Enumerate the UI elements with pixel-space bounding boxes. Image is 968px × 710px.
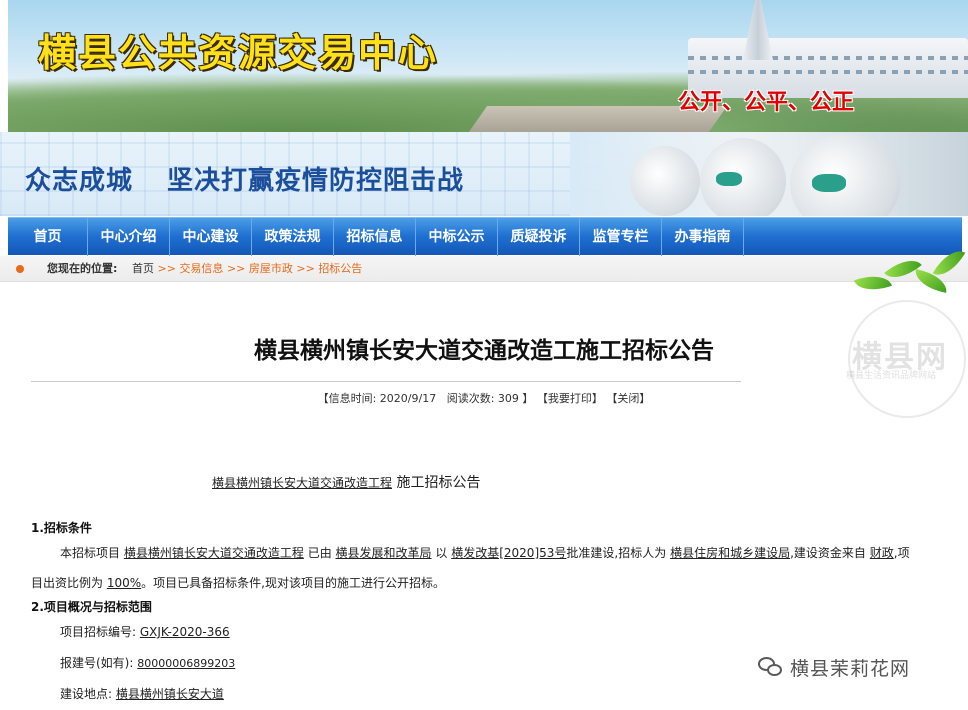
breadcrumb-trade-info[interactable]: 交易信息 [179, 262, 223, 275]
section2-heading: 2.项目概况与招标范围 [31, 600, 152, 614]
wechat-account-name: 横县茉莉花网 [790, 658, 911, 680]
tender-code-label: 项目招标编号: [60, 625, 137, 639]
main-nav: 首页 中心介绍 中心建设 政策法规 招标信息 中标公示 质疑投诉 监管专栏 办事… [8, 217, 962, 256]
subtitle-project-name: 横县横州镇长安大道交通改造工程 [212, 476, 393, 490]
p1-tenderer: 横县住房和城乡建设局 [670, 546, 791, 560]
site-value: 横县横州镇长安大道 [115, 687, 224, 701]
p1-text-a: 本招标项目 [60, 546, 121, 560]
breadcrumb-home[interactable]: 首页 [132, 262, 154, 275]
watermark-subtext: 横县生活资讯品牌网站 [846, 371, 937, 381]
document-subtitle: 横县横州镇长安大道交通改造工程 施工招标公告 [212, 472, 480, 492]
breadcrumb-label: 您现在的位置: [47, 262, 118, 275]
p2-text-a: 目出资比例为 [31, 576, 104, 590]
tender-code-row: 项目招标编号: GXJK-2020-366 [60, 623, 230, 640]
nav-tender-info[interactable]: 招标信息 [334, 218, 416, 256]
p1-text-f: ,项 [893, 546, 910, 560]
campaign-slogan-2: 坚决打赢疫情防控阻击战 [167, 166, 465, 196]
section1-paragraph-line2: 目出资比例为 100%。项目已具备招标条件,现对该项目的施工进行公开招标。 [31, 574, 445, 591]
banner-tower [743, 0, 773, 60]
breadcrumb-tender-notice[interactable]: 招标公告 [318, 262, 362, 275]
nav-home[interactable]: 首页 [8, 218, 88, 256]
medical-worker-figure [700, 138, 786, 216]
p1-text-c: 以 [435, 546, 448, 560]
breadcrumb: 您现在的位置: 首页 >> 交易信息 >> 房屋市政 >> 招标公告 [0, 256, 968, 282]
p1-text-e: ,建设资金来自 [790, 546, 866, 560]
nav-supervision[interactable]: 监管专栏 [580, 218, 662, 256]
leaves-decoration [848, 243, 968, 302]
site-row: 建设地点: 横县横州镇长安大道 [60, 685, 224, 702]
medical-worker-figure [630, 146, 700, 216]
meta-views-value: 309 [497, 392, 519, 405]
print-link[interactable]: 我要打印 [548, 392, 592, 405]
meta-time-value: 2020/9/17 [379, 392, 437, 405]
p1-text-b: 已由 [307, 546, 332, 560]
p1-approval-authority: 横县发展和改革局 [335, 546, 432, 560]
article-title: 横县横州镇长安大道交通改造工施工招标公告 [254, 338, 714, 364]
breadcrumb-sep: >> [296, 262, 315, 275]
p1-project-name: 横县横州镇长安大道交通改造工程 [123, 546, 304, 560]
report-number-label: 报建号(如有): [60, 656, 134, 670]
nav-center-intro[interactable]: 中心介绍 [88, 218, 170, 256]
section1-heading: 1.招标条件 [31, 521, 92, 535]
section1-paragraph-line1: 本招标项目 横县横州镇长安大道交通改造工程 已由 横县发展和改革局 以 横发改基… [60, 544, 910, 561]
p1-text-d: 批准建设,招标人为 [566, 546, 667, 560]
p1-approval-document: 横发改基[2020]53号 [451, 546, 567, 560]
p2-funding-ratio: 100% [106, 576, 142, 590]
nav-award-notice[interactable]: 中标公示 [416, 218, 498, 256]
breadcrumb-housing[interactable]: 房屋市政 [249, 262, 293, 275]
breadcrumb-sep: >> [226, 262, 246, 275]
breadcrumb-sep: >> [157, 262, 176, 275]
site-slogan: 公开、公平、公正 [678, 89, 855, 115]
meta-time-label: 信息时间: [328, 392, 377, 405]
p1-fund-source: 财政 [869, 546, 894, 560]
site-label: 建设地点: [60, 687, 113, 701]
nav-center-building[interactable]: 中心建设 [170, 218, 252, 256]
p2-text-b: 。项目已具备招标条件,现对该项目的施工进行公开招标。 [141, 576, 445, 590]
face-mask-shape [812, 174, 846, 192]
nav-guide[interactable]: 办事指南 [662, 218, 744, 256]
subtitle-rest: 施工招标公告 [396, 475, 481, 491]
wechat-icon [758, 656, 784, 679]
report-number-row: 报建号(如有): 80000006899203 [60, 654, 235, 671]
nav-complaints[interactable]: 质疑投诉 [498, 218, 580, 256]
location-dot-icon [16, 265, 24, 273]
close-link[interactable]: 关闭 [617, 392, 639, 405]
report-number-value: 80000006899203 [137, 657, 236, 670]
face-mask-shape [716, 172, 742, 186]
campaign-banner: 众志成城 坚决打赢疫情防控阻击战 [0, 132, 968, 216]
tender-code-value: GXJK-2020-366 [139, 625, 230, 639]
campaign-slogan: 众志成城 坚决打赢疫情防控阻击战 [25, 160, 464, 197]
title-divider [31, 381, 741, 382]
wechat-watermark: 横县茉莉花网 [758, 654, 910, 681]
campaign-slogan-1: 众志成城 [25, 166, 134, 196]
site-title: 横县公共资源交易中心 [38, 30, 439, 75]
nav-policies[interactable]: 政策法规 [252, 218, 334, 256]
meta-views-label: 阅读次数: [446, 392, 495, 405]
site-banner: 横县公共资源交易中心 公开、公平、公正 [8, 0, 968, 132]
article-meta: 【信息时间: 2020/9/17 阅读次数: 309 】 【我要打印】 【关闭】 [317, 392, 651, 405]
breadcrumb-trail: 首页 >> 交易信息 >> 房屋市政 >> 招标公告 [132, 256, 362, 282]
